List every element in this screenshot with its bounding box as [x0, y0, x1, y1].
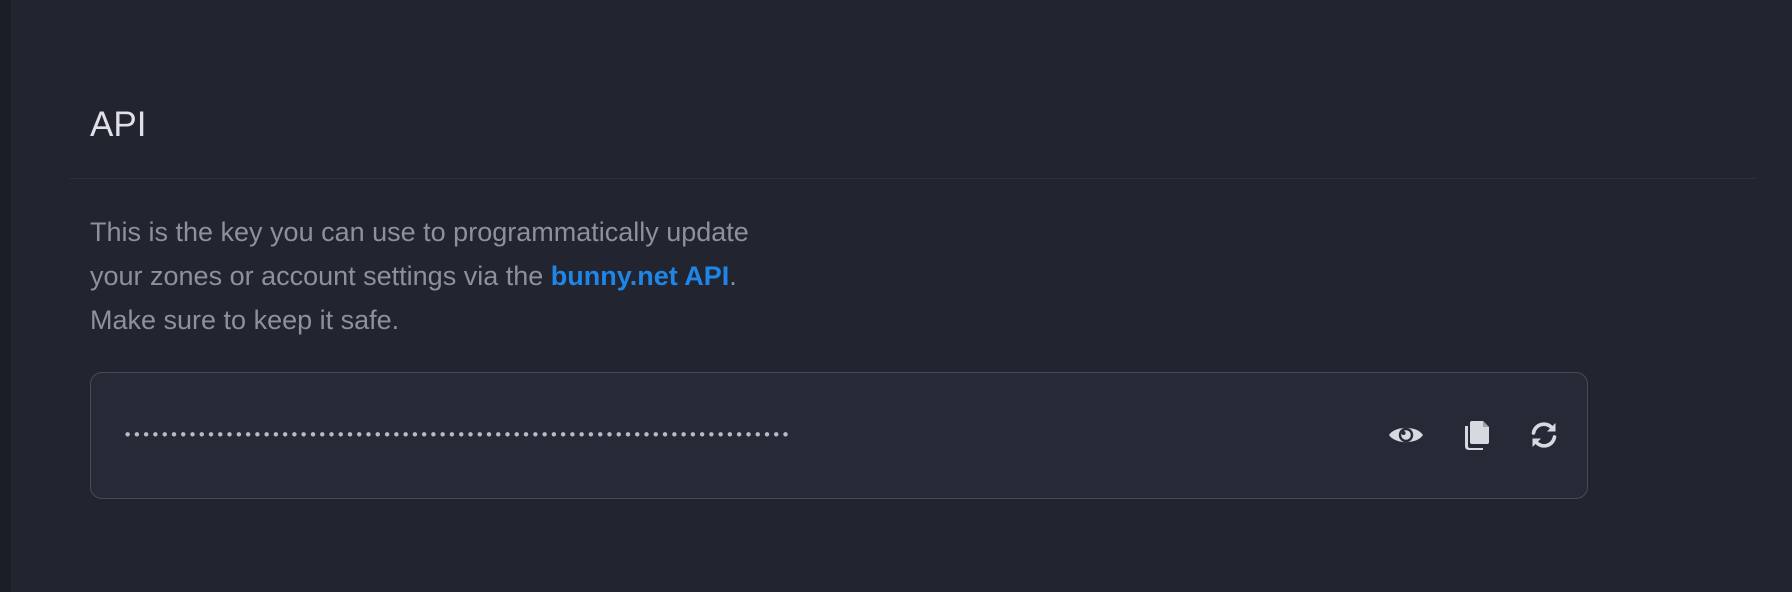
api-docs-link[interactable]: bunny.net API	[551, 261, 730, 291]
api-key-field: ••••••••••••••••••••••••••••••••••••••••…	[90, 372, 1588, 499]
regenerate-key-button[interactable]	[1522, 413, 1566, 457]
refresh-icon	[1529, 420, 1559, 450]
api-key-value[interactable]: ••••••••••••••••••••••••••••••••••••••••…	[123, 415, 1263, 455]
section-title: API	[90, 105, 147, 144]
api-description: This is the key you can use to programma…	[90, 210, 790, 342]
eye-icon	[1388, 423, 1424, 447]
reveal-key-button[interactable]	[1384, 413, 1428, 457]
api-settings-page: API This is the key you can use to progr…	[0, 0, 1792, 592]
copy-icon	[1463, 419, 1491, 451]
copy-key-button[interactable]	[1455, 413, 1499, 457]
left-rail	[0, 0, 11, 592]
section-divider	[70, 178, 1756, 179]
